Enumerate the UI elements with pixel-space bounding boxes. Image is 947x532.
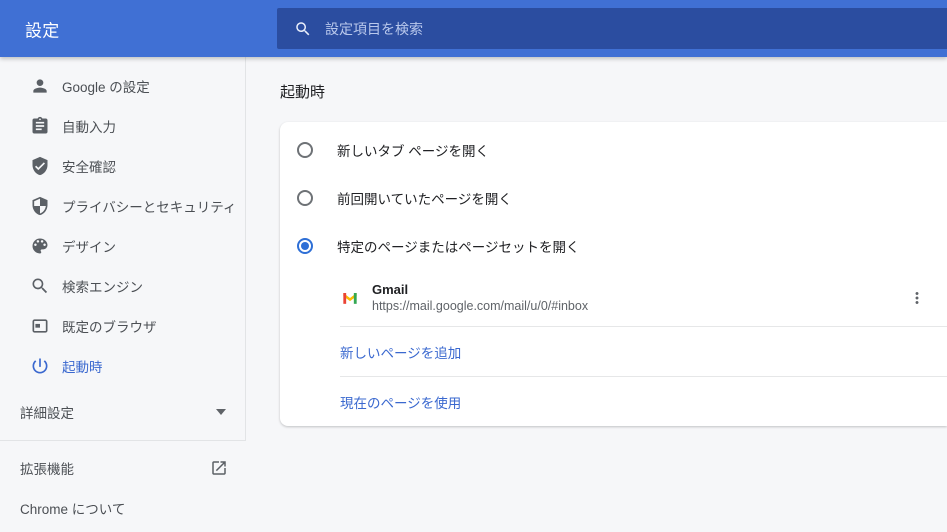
main-content: 起動時 新しいタブ ページを開く 前回開いていたページを開く 特定のページまたは…: [280, 57, 947, 532]
settings-search-box: [277, 8, 947, 49]
sidebar-item-label: 検索エンジン: [62, 280, 143, 295]
sidebar: Google の設定 自動入力 安全確認 プライバシーとセキュリティ デザイン …: [0, 57, 246, 532]
sidebar-item-label: 詳細設定: [20, 406, 74, 421]
sidebar-item-label: デザイン: [62, 240, 116, 255]
link-label: 現在のページを使用: [340, 395, 462, 411]
palette-icon: [30, 236, 50, 256]
sidebar-footer: 拡張機能 Chrome について: [0, 441, 246, 528]
chevron-down-icon: [216, 409, 226, 415]
sidebar-item-extensions[interactable]: 拡張機能: [0, 448, 246, 488]
sidebar-item-appearance[interactable]: デザイン: [0, 226, 245, 266]
option-label: 特定のページまたはページセットを開く: [337, 240, 580, 255]
sidebar-item-label: 拡張機能: [20, 462, 74, 477]
search-icon: [30, 276, 50, 296]
sidebar-item-label: 既定のブラウザ: [62, 320, 157, 335]
startup-page-url: https://mail.google.com/mail/u/0/#inbox: [372, 299, 589, 313]
radio-button-selected[interactable]: [297, 238, 313, 254]
add-new-page-button[interactable]: 新しいページを追加: [280, 327, 947, 376]
sidebar-item-label: 安全確認: [62, 160, 116, 175]
sidebar-item-label: 自動入力: [62, 120, 116, 135]
kebab-icon: [915, 292, 919, 304]
header: 設定: [0, 0, 947, 57]
radio-button[interactable]: [297, 190, 313, 206]
gmail-favicon: [340, 288, 360, 308]
sidebar-item-privacy[interactable]: プライバシーとセキュリティ: [0, 186, 245, 226]
shield-half-icon: [30, 196, 50, 216]
sidebar-item-advanced[interactable]: 詳細設定: [0, 392, 245, 432]
open-in-new-icon: [212, 461, 226, 475]
startup-page-title: Gmail: [372, 282, 409, 297]
sidebar-item-autofill[interactable]: 自動入力: [0, 106, 245, 146]
sidebar-item-safety-check[interactable]: 安全確認: [0, 146, 245, 186]
option-open-new-tab-page[interactable]: 新しいタブ ページを開く: [280, 126, 947, 174]
startup-page-info: Gmail https://mail.google.com/mail/u/0/#…: [372, 281, 588, 315]
option-label: 新しいタブ ページを開く: [337, 144, 489, 159]
search-icon: [296, 21, 310, 35]
page-title: 設定: [25, 21, 60, 40]
on-startup-card: 新しいタブ ページを開く 前回開いていたページを開く 特定のページまたはページセ…: [280, 122, 947, 426]
startup-page-row: Gmail https://mail.google.com/mail/u/0/#…: [280, 270, 947, 326]
clipboard-icon: [30, 116, 50, 136]
option-label: 前回開いていたページを開く: [337, 192, 512, 207]
radio-button[interactable]: [297, 142, 313, 158]
sidebar-item-label: Google の設定: [62, 80, 150, 95]
person-icon: [30, 76, 50, 96]
browser-window-icon: [30, 316, 50, 336]
sidebar-item-label: Chrome について: [20, 502, 126, 517]
option-continue-where-left-off[interactable]: 前回開いていたページを開く: [280, 174, 947, 222]
power-icon: [30, 356, 50, 376]
sidebar-item-google-settings[interactable]: Google の設定: [0, 66, 245, 106]
sidebar-item-label: プライバシーとセキュリティ: [62, 200, 237, 215]
chrome-settings-page: 設定 Google の設定 自動入力: [0, 0, 947, 532]
more-actions-button[interactable]: [899, 280, 935, 316]
search-input[interactable]: [325, 20, 783, 37]
sidebar-item-search-engine[interactable]: 検索エンジン: [0, 266, 245, 306]
sidebar-item-label: 起動時: [62, 360, 103, 375]
section-title: 起動時: [280, 84, 326, 101]
sidebar-item-default-browser[interactable]: 既定のブラウザ: [0, 306, 245, 346]
sidebar-nav: Google の設定 自動入力 安全確認 プライバシーとセキュリティ デザイン …: [0, 57, 246, 441]
sidebar-item-on-startup[interactable]: 起動時: [0, 346, 245, 386]
link-label: 新しいページを追加: [340, 345, 462, 361]
use-current-pages-button[interactable]: 現在のページを使用: [280, 377, 947, 426]
shield-check-icon: [30, 156, 50, 176]
sidebar-item-about-chrome[interactable]: Chrome について: [0, 488, 246, 528]
option-open-specific-pages[interactable]: 特定のページまたはページセットを開く: [280, 222, 947, 270]
